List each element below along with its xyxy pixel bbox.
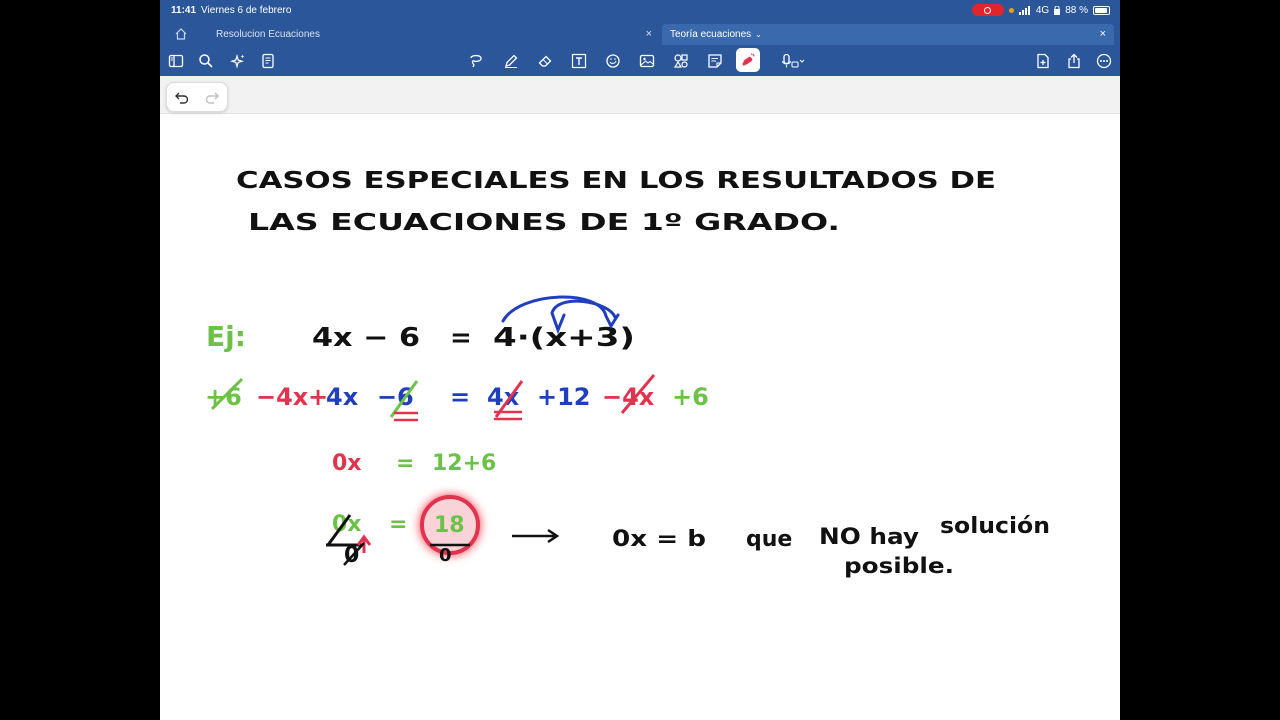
battery-icon bbox=[1093, 5, 1110, 15]
eq1-right: 4·(x+3) bbox=[493, 323, 635, 353]
example-label: Ej: bbox=[206, 320, 246, 353]
add-page-icon[interactable] bbox=[1033, 51, 1053, 71]
implies-arrow bbox=[512, 528, 560, 544]
home-icon[interactable] bbox=[174, 27, 188, 41]
conclusion-no-hay: NO hay bbox=[819, 525, 919, 550]
row2-blue-4x: 4x bbox=[326, 383, 359, 411]
close-tab-icon[interactable]: × bbox=[1100, 28, 1106, 40]
status-time: 11:41 bbox=[171, 5, 197, 16]
eq4-right: 18 bbox=[434, 513, 465, 538]
eq4-equals: = bbox=[389, 512, 407, 537]
microphone-icon[interactable] bbox=[778, 51, 808, 71]
network-label: 4G bbox=[1035, 4, 1050, 16]
eq1-left: 4x − 6 bbox=[312, 323, 420, 353]
note-title-line1: CASOS ESPECIALES EN LOS RESULTADOS DE bbox=[236, 168, 996, 194]
conclusion-solucion: solución bbox=[940, 514, 1050, 539]
eq1-equals: = bbox=[450, 323, 472, 353]
tab-label: Resolucion Ecuaciones bbox=[216, 29, 320, 40]
lock-icon bbox=[1054, 5, 1061, 15]
row2-red-minus4x: −4x bbox=[256, 383, 309, 411]
conclusion-equation: 0x = b bbox=[612, 527, 706, 552]
laser-pointer-icon[interactable] bbox=[736, 48, 760, 72]
toolbar bbox=[160, 45, 1120, 76]
undo-redo-group bbox=[166, 82, 228, 112]
textbox-icon[interactable] bbox=[569, 51, 589, 71]
eraser-icon[interactable] bbox=[535, 51, 555, 71]
status-right: 4G 88 % bbox=[971, 4, 1110, 16]
redo-icon[interactable] bbox=[204, 89, 220, 105]
chevron-down-icon[interactable]: ⌄ bbox=[755, 30, 762, 39]
signal-icon bbox=[1018, 5, 1030, 15]
row2-blue-plus12: +12 bbox=[537, 383, 591, 411]
share-icon[interactable] bbox=[1064, 51, 1084, 71]
screen-recording-icon bbox=[971, 4, 1004, 16]
eq4-denominator-zero: 0 bbox=[439, 545, 452, 566]
status-bar: 11:41 Viernes 6 de febrero 4G 88 % bbox=[160, 0, 1120, 22]
pointer-arrow-red bbox=[356, 534, 372, 553]
tab-label: Teoría ecuaciones bbox=[670, 29, 752, 40]
image-icon[interactable] bbox=[637, 51, 657, 71]
close-tab-icon[interactable]: × bbox=[646, 28, 652, 40]
sparkle-icon[interactable] bbox=[228, 51, 248, 71]
status-date: Viernes 6 de febrero bbox=[201, 5, 292, 16]
sidebar-icon[interactable] bbox=[166, 51, 186, 71]
conclusion-que: que bbox=[746, 527, 792, 552]
undo-icon[interactable] bbox=[174, 89, 190, 105]
undo-redo-bar bbox=[160, 76, 1120, 114]
search-icon[interactable] bbox=[196, 51, 216, 71]
conclusion-posible: posible. bbox=[844, 554, 954, 578]
shapes-icon[interactable] bbox=[603, 51, 623, 71]
underline-double bbox=[394, 411, 418, 422]
eq3-equals: = bbox=[396, 451, 414, 476]
eq3-left: 0x bbox=[332, 451, 362, 476]
sticky-note-icon[interactable] bbox=[705, 51, 725, 71]
row2-equals: = bbox=[450, 383, 470, 411]
tab-resolucion-ecuaciones[interactable]: Resolucion Ecuaciones × bbox=[216, 24, 656, 45]
row2-blue-minus: − bbox=[377, 383, 397, 411]
lasso-icon[interactable] bbox=[466, 51, 486, 71]
document-icon[interactable] bbox=[258, 51, 278, 71]
note-canvas[interactable]: CASOS ESPECIALES EN LOS RESULTADOS DE LA… bbox=[160, 113, 1120, 720]
pen-icon[interactable] bbox=[501, 51, 521, 71]
battery-percent: 88 % bbox=[1065, 4, 1088, 16]
tab-teoria-ecuaciones[interactable]: Teoría ecuaciones ⌄ × bbox=[662, 24, 1114, 45]
more-icon[interactable] bbox=[1094, 51, 1114, 71]
app-screen: 11:41 Viernes 6 de febrero 4G 88 % Resol… bbox=[160, 0, 1120, 720]
mic-indicator-icon bbox=[1008, 7, 1014, 13]
elements-icon[interactable] bbox=[671, 51, 691, 71]
row2-green-plus6-right: +6 bbox=[672, 383, 709, 411]
tab-bar: Resolucion Ecuaciones × Teoría ecuacione… bbox=[160, 22, 1120, 45]
eq3-right: 12+6 bbox=[432, 451, 496, 476]
note-title-line2: LAS ECUACIONES DE 1º GRADO. bbox=[248, 210, 840, 236]
